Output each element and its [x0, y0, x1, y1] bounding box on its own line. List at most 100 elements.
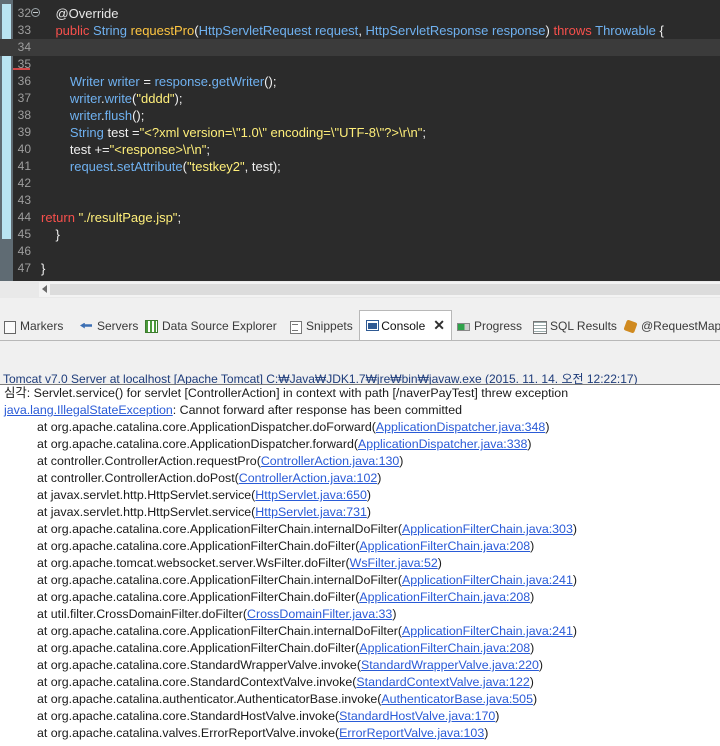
- code-token: writer: [41, 91, 101, 106]
- source-link[interactable]: ApplicationFilterChain.java:241: [402, 573, 573, 587]
- code-line[interactable]: 40 test +="<response>\r\n";: [0, 141, 720, 158]
- source-link[interactable]: HttpServlet.java:731: [255, 505, 367, 519]
- trace-text: ): [538, 658, 544, 672]
- tab-snippets[interactable]: Snippets: [289, 317, 353, 335]
- code-line[interactable]: 38 writer.flush();: [0, 107, 720, 124]
- code-editor[interactable]: 32 @Override 33 public String requestPro(…: [0, 0, 720, 298]
- stack-trace-line: at org.apache.catalina.core.StandardCont…: [37, 674, 534, 691]
- stack-trace-line: at org.apache.tomcat.websocket.server.Ws…: [37, 555, 442, 572]
- source-link[interactable]: ApplicationFilterChain.java:208: [359, 539, 530, 553]
- tab-console[interactable]: Console ✕: [359, 310, 452, 340]
- line-number: 32: [17, 6, 31, 20]
- scroll-left-arrow-icon[interactable]: [42, 285, 47, 293]
- line-number: 46: [17, 244, 31, 258]
- stack-trace-line: at util.filter.CrossDomainFilter.doFilte…: [37, 606, 396, 623]
- stack-trace-line: at javax.servlet.http.HttpServlet.servic…: [37, 487, 371, 504]
- trace-text: ): [366, 488, 372, 502]
- code-line[interactable]: 37 writer.write("dddd");: [0, 90, 720, 107]
- code-token: ;: [206, 142, 210, 157]
- stack-trace-line: at org.apache.catalina.core.ApplicationF…: [37, 538, 534, 555]
- tab-label: Progress: [474, 319, 523, 333]
- code-token: throws: [553, 23, 592, 38]
- source-link[interactable]: WsFilter.java:52: [350, 556, 438, 570]
- close-tab-icon[interactable]: ✕: [433, 317, 445, 334]
- source-link[interactable]: StandardHostValve.java:170: [339, 709, 495, 723]
- line-number: 42: [17, 176, 31, 190]
- trace-text: ): [529, 675, 534, 689]
- code-line[interactable]: 44 return "./resultPage.jsp";: [0, 209, 720, 226]
- trace-text: ): [377, 471, 382, 485]
- code-token: ();: [132, 108, 145, 123]
- stack-trace-line: at org.apache.catalina.core.ApplicationF…: [37, 589, 534, 606]
- code-line[interactable]: 39 String test ="<?xml version=\"1.0\" e…: [0, 124, 720, 141]
- code-line[interactable]: 36 Writer writer = response.getWriter();: [0, 73, 720, 90]
- trace-text: at org.apache.catalina.core.ApplicationD…: [37, 420, 376, 434]
- source-link[interactable]: ApplicationFilterChain.java:208: [359, 590, 530, 604]
- tab-requestmap[interactable]: @RequestMap: [624, 317, 720, 335]
- source-link[interactable]: ApplicationFilterChain.java:241: [402, 624, 573, 638]
- code-token: "<?xml version=\"1.0\" encoding=\"UTF-8\…: [139, 125, 423, 140]
- trace-text: ): [366, 505, 372, 519]
- code-token: String: [93, 23, 128, 38]
- source-link[interactable]: CrossDomainFilter.java:33: [247, 607, 392, 621]
- code-line[interactable]: 41 request.setAttribute("testkey2", test…: [0, 158, 720, 175]
- code-token: "dddd": [136, 91, 175, 106]
- source-link[interactable]: StandardContextValve.java:122: [356, 675, 529, 689]
- trace-text: at util.filter.CrossDomainFilter.doFilte…: [37, 607, 248, 621]
- code-token: Throwable: [595, 23, 656, 38]
- scrollbar-thumb[interactable]: [50, 284, 720, 295]
- source-link[interactable]: ApplicationDispatcher.java:348: [376, 420, 545, 434]
- source-link[interactable]: ControllerAction.java:102: [239, 471, 377, 485]
- stack-trace-line: at org.apache.catalina.core.ApplicationF…: [37, 572, 577, 589]
- fold-collapse-icon[interactable]: [31, 8, 40, 17]
- trace-text: ): [532, 692, 538, 706]
- trace-text: at javax.servlet.http.HttpServlet.servic…: [37, 488, 256, 502]
- stack-trace-line: at org.apache.catalina.valves.ErrorRepor…: [37, 725, 488, 742]
- source-link[interactable]: ApplicationDispatcher.java:338: [358, 437, 527, 451]
- source-link[interactable]: ErrorReportValve.java:103: [339, 726, 484, 740]
- tab-data-source-explorer[interactable]: Data Source Explorer: [145, 317, 277, 335]
- source-link[interactable]: ApplicationFilterChain.java:303: [402, 522, 573, 536]
- tab-progress[interactable]: Progress: [457, 317, 522, 335]
- trace-text: at controller.ControllerAction.requestPr…: [37, 454, 261, 468]
- code-line[interactable]: 46: [0, 243, 720, 260]
- eclipse-window: 32 @Override 33 public String requestPro(…: [0, 0, 720, 746]
- code-line[interactable]: 33 public String requestPro(HttpServletR…: [0, 22, 720, 39]
- tab-sql-results[interactable]: SQL Results: [533, 317, 617, 335]
- stack-trace-line: at controller.ControllerAction.requestPr…: [37, 453, 403, 470]
- exception-link[interactable]: java.lang.IllegalStateException: [4, 403, 173, 417]
- console-output[interactable]: 심각: Servlet.service() for servlet [Contr…: [0, 385, 720, 746]
- trace-text: at org.apache.catalina.core.ApplicationD…: [37, 437, 358, 451]
- code-line[interactable]: 43: [0, 192, 720, 209]
- tab-label: Console: [381, 318, 426, 333]
- line-number: 41: [17, 159, 31, 173]
- trace-text: at org.apache.catalina.core.ApplicationF…: [37, 539, 360, 553]
- tab-servers[interactable]: Servers: [80, 317, 138, 335]
- trace-text: at javax.servlet.http.HttpServlet.servic…: [37, 505, 256, 519]
- stack-trace-line: at org.apache.catalina.core.ApplicationD…: [37, 419, 549, 436]
- source-link[interactable]: HttpServlet.java:650: [255, 488, 367, 502]
- source-link[interactable]: StandardWrapperValve.java:220: [361, 658, 539, 672]
- code-token: ();: [264, 74, 277, 89]
- views-panel: Markers Servers Data Source Explorer Snippe…: [0, 298, 720, 386]
- code-line[interactable]: 45 }: [0, 226, 720, 243]
- code-line[interactable]: 34: [0, 39, 720, 56]
- tab-label: SQL Results: [550, 319, 617, 333]
- code-token: }: [41, 261, 46, 276]
- code-line[interactable]: 47}: [0, 260, 720, 277]
- code-text: String test ="<?xml version=\"1.0\" enco…: [41, 124, 426, 141]
- tab-markers[interactable]: Markers: [3, 317, 63, 335]
- tab-label: @RequestMap: [641, 319, 720, 333]
- console-message-line: java.lang.IllegalStateException: Cannot …: [4, 402, 462, 419]
- code-line[interactable]: 35: [0, 56, 720, 73]
- source-link[interactable]: AuthenticatorBase.java:505: [381, 692, 533, 706]
- code-token: request: [314, 23, 359, 38]
- code-line[interactable]: 42: [0, 175, 720, 192]
- code-text: }: [41, 226, 59, 243]
- code-line[interactable]: 32 @Override: [0, 5, 720, 22]
- trace-text: at org.apache.catalina.core.ApplicationF…: [37, 641, 360, 655]
- code-token: response: [154, 74, 209, 89]
- source-link[interactable]: ControllerAction.java:130: [261, 454, 399, 468]
- editor-horizontal-scrollbar[interactable]: [0, 281, 720, 298]
- source-link[interactable]: ApplicationFilterChain.java:208: [359, 641, 530, 655]
